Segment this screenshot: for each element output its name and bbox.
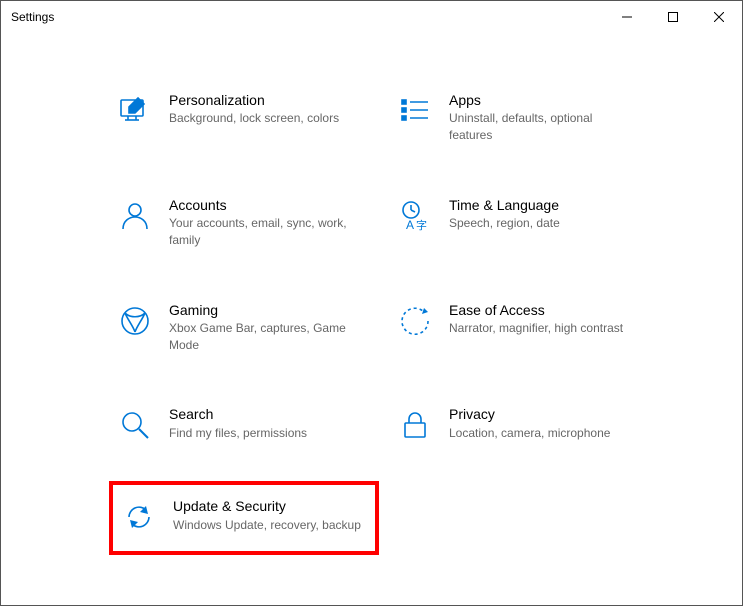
window-controls (604, 1, 742, 33)
tile-time-language[interactable]: A 字 Time & Language Speech, region, date (389, 188, 659, 257)
tile-desc: Find my files, permissions (169, 425, 307, 442)
ease-of-access-icon (395, 301, 435, 341)
tile-search[interactable]: Search Find my files, permissions (109, 397, 379, 453)
tile-title: Personalization (169, 91, 339, 109)
tile-update-security[interactable]: Update & Security Windows Update, recove… (109, 481, 379, 555)
accounts-icon (115, 196, 155, 236)
apps-icon (395, 91, 435, 131)
tile-gaming[interactable]: Gaming Xbox Game Bar, captures, Game Mod… (109, 293, 379, 362)
maximize-button[interactable] (650, 1, 696, 33)
tile-title: Privacy (449, 405, 610, 423)
tile-title: Accounts (169, 196, 359, 214)
titlebar: Settings (1, 1, 742, 33)
tile-personalization[interactable]: Personalization Background, lock screen,… (109, 83, 379, 152)
window-title: Settings (11, 10, 604, 24)
tile-desc: Speech, region, date (449, 215, 560, 232)
tile-title: Update & Security (173, 497, 361, 515)
tile-desc: Your accounts, email, sync, work, family (169, 215, 359, 249)
tile-title: Apps (449, 91, 639, 109)
gaming-icon (115, 301, 155, 341)
tile-desc: Location, camera, microphone (449, 425, 610, 442)
tile-desc: Windows Update, recovery, backup (173, 517, 361, 534)
privacy-icon (395, 405, 435, 445)
tile-accounts[interactable]: Accounts Your accounts, email, sync, wor… (109, 188, 379, 257)
tile-desc: Narrator, magnifier, high contrast (449, 320, 623, 337)
tile-desc: Xbox Game Bar, captures, Game Mode (169, 320, 359, 354)
tile-ease-of-access[interactable]: Ease of Access Narrator, magnifier, high… (389, 293, 659, 362)
minimize-button[interactable] (604, 1, 650, 33)
personalization-icon (115, 91, 155, 131)
tile-title: Time & Language (449, 196, 560, 214)
tile-title: Ease of Access (449, 301, 623, 319)
tile-desc: Uninstall, defaults, optional features (449, 110, 639, 144)
tile-title: Gaming (169, 301, 359, 319)
time-language-icon: A 字 (395, 196, 435, 236)
update-security-icon (119, 497, 159, 537)
tile-desc: Background, lock screen, colors (169, 110, 339, 127)
close-button[interactable] (696, 1, 742, 33)
svg-text:A: A (406, 218, 414, 232)
tile-apps[interactable]: Apps Uninstall, defaults, optional featu… (389, 83, 659, 152)
svg-text:字: 字 (416, 218, 427, 232)
settings-grid: Personalization Background, lock screen,… (1, 33, 742, 575)
tile-privacy[interactable]: Privacy Location, camera, microphone (389, 397, 659, 453)
search-icon (115, 405, 155, 445)
tile-title: Search (169, 405, 307, 423)
